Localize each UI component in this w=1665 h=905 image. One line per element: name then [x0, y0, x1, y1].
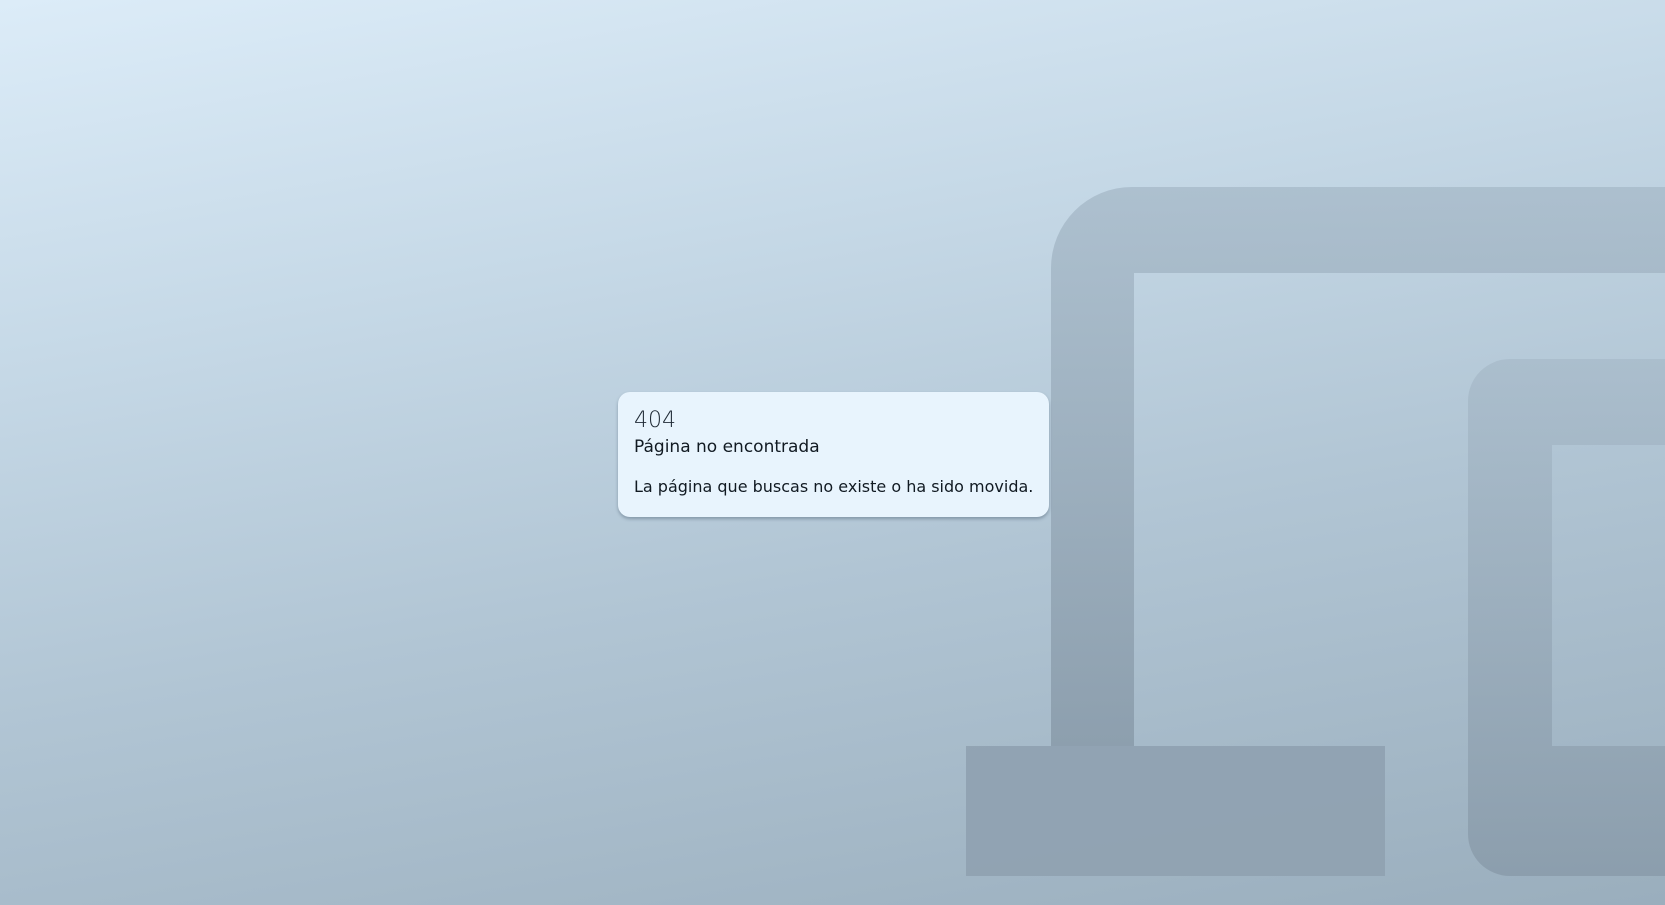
error-message: La página que buscas no existe o ha sido…: [634, 477, 1034, 496]
error-title: Página no encontrada: [634, 437, 820, 457]
laptop-base-icon: [966, 746, 1385, 876]
tablet-icon: [1468, 359, 1665, 876]
error-code: 404: [634, 408, 676, 433]
laptop-icon: [1051, 187, 1665, 746]
error-card: 404 Página no encontrada La página que b…: [618, 392, 1049, 517]
